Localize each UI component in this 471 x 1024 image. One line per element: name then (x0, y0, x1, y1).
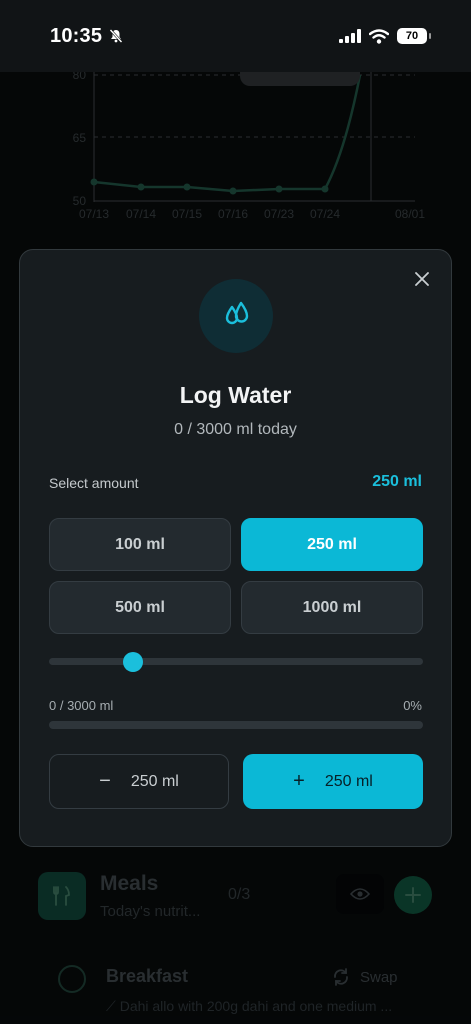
add-water-button[interactable]: + 250 ml (243, 754, 423, 809)
amount-slider-track[interactable] (49, 658, 423, 665)
progress-percent: 0% (403, 698, 422, 713)
amount-1000-button[interactable]: 1000 ml (241, 581, 423, 634)
plus-icon: + (293, 770, 305, 792)
amount-500-button[interactable]: 500 ml (49, 581, 231, 634)
screen: 10:35 70 80 65 50 07/13 07/14 07/15 07/1… (0, 0, 471, 1024)
progress-label: 0 / 3000 ml (49, 698, 114, 713)
status-time: 10:35 (50, 24, 103, 47)
add-water-label: 250 ml (324, 772, 373, 790)
wifi-icon (369, 28, 389, 44)
modal-subtitle: 0 / 3000 ml today (174, 421, 297, 438)
close-button[interactable] (411, 268, 433, 290)
signal-icon (339, 29, 361, 43)
remove-water-label: 250 ml (130, 772, 179, 790)
bell-muted-icon (109, 29, 123, 43)
battery-icon: 70 (397, 28, 431, 44)
select-amount-label: Select amount (49, 475, 139, 491)
remove-water-button[interactable]: − 250 ml (49, 754, 229, 809)
amount-250-button[interactable]: 250 ml (241, 518, 423, 571)
minus-icon: − (99, 770, 111, 792)
progress-bar (49, 721, 423, 729)
water-drops-icon (199, 279, 273, 353)
close-icon (415, 272, 429, 286)
selected-amount-value: 250 ml (372, 473, 422, 490)
modal-title: Log Water (179, 382, 292, 408)
status-bar: 10:35 70 (0, 0, 471, 72)
status-icons: 70 (339, 28, 431, 44)
amount-slider-thumb[interactable] (123, 652, 144, 672)
log-water-modal: Log Water 0 / 3000 ml today Select amoun… (19, 249, 452, 847)
amount-100-button[interactable]: 100 ml (49, 518, 231, 571)
